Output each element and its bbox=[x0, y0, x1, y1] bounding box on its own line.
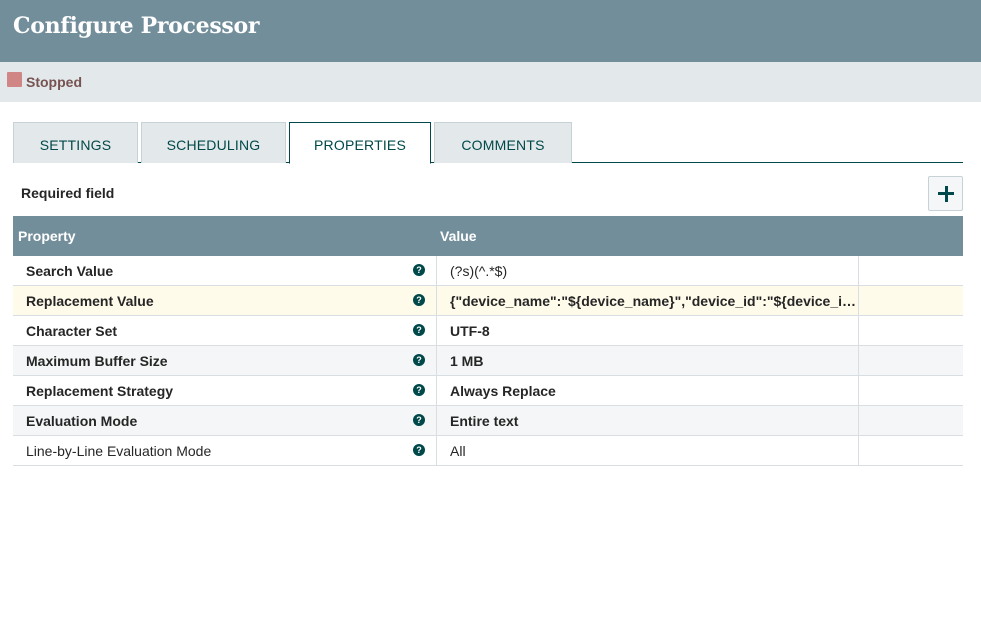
property-value[interactable]: All bbox=[450, 443, 860, 459]
dialog-title: Configure Processor bbox=[13, 13, 260, 39]
tab-comments[interactable]: COMMENTS bbox=[434, 122, 572, 163]
tab-bar: SETTINGS SCHEDULING PROPERTIES COMMENTS bbox=[13, 122, 963, 164]
properties-grid-header: Property Value bbox=[13, 216, 963, 256]
help-icon[interactable]: ? bbox=[413, 384, 425, 396]
column-header-property[interactable]: Property bbox=[18, 228, 76, 244]
property-name: Search Value bbox=[26, 263, 114, 279]
property-name: Evaluation Mode bbox=[26, 413, 138, 429]
stopped-icon bbox=[7, 72, 22, 87]
property-row[interactable]: Character Set ? UTF-8 bbox=[13, 316, 963, 346]
status-text: Stopped bbox=[26, 74, 82, 90]
status-bar: Stopped bbox=[0, 62, 981, 102]
column-header-value[interactable]: Value bbox=[440, 228, 477, 244]
tab-scheduling[interactable]: SCHEDULING bbox=[141, 122, 286, 163]
help-icon[interactable]: ? bbox=[413, 414, 425, 426]
add-property-button[interactable] bbox=[928, 176, 963, 211]
tab-properties[interactable]: PROPERTIES bbox=[289, 122, 431, 164]
property-value[interactable]: {"device_name":"${device_name}","device_… bbox=[450, 293, 860, 309]
property-value[interactable]: Entire text bbox=[450, 413, 860, 429]
configure-processor-dialog: Configure Processor Stopped SETTINGS SCH… bbox=[0, 0, 981, 639]
help-icon[interactable]: ? bbox=[413, 444, 425, 456]
property-name: Line-by-Line Evaluation Mode bbox=[26, 443, 212, 459]
property-row[interactable]: Evaluation Mode ? Entire text bbox=[13, 406, 963, 436]
property-name: Maximum Buffer Size bbox=[26, 353, 168, 369]
property-name: Character Set bbox=[26, 323, 118, 339]
property-value[interactable]: (?s)(^.*$) bbox=[450, 263, 860, 279]
property-name: Replacement Strategy bbox=[26, 383, 174, 399]
help-icon[interactable]: ? bbox=[413, 324, 425, 336]
property-value[interactable]: Always Replace bbox=[450, 383, 860, 399]
property-row[interactable]: Search Value ? (?s)(^.*$) bbox=[13, 256, 963, 286]
property-row[interactable]: Replacement Value ? {"device_name":"${de… bbox=[13, 286, 963, 316]
property-row[interactable]: Replacement Strategy ? Always Replace bbox=[13, 376, 963, 406]
dialog-header: Configure Processor bbox=[0, 0, 981, 62]
property-name: Replacement Value bbox=[26, 293, 154, 309]
property-row[interactable]: Maximum Buffer Size ? 1 MB bbox=[13, 346, 963, 376]
help-icon[interactable]: ? bbox=[413, 294, 425, 306]
property-value[interactable]: 1 MB bbox=[450, 353, 860, 369]
help-icon[interactable]: ? bbox=[413, 354, 425, 366]
required-field-label: Required field bbox=[21, 185, 115, 201]
tab-settings[interactable]: SETTINGS bbox=[13, 122, 138, 163]
property-row[interactable]: Line-by-Line Evaluation Mode ? All bbox=[13, 436, 963, 466]
help-icon[interactable]: ? bbox=[413, 264, 425, 276]
property-value[interactable]: UTF-8 bbox=[450, 323, 860, 339]
